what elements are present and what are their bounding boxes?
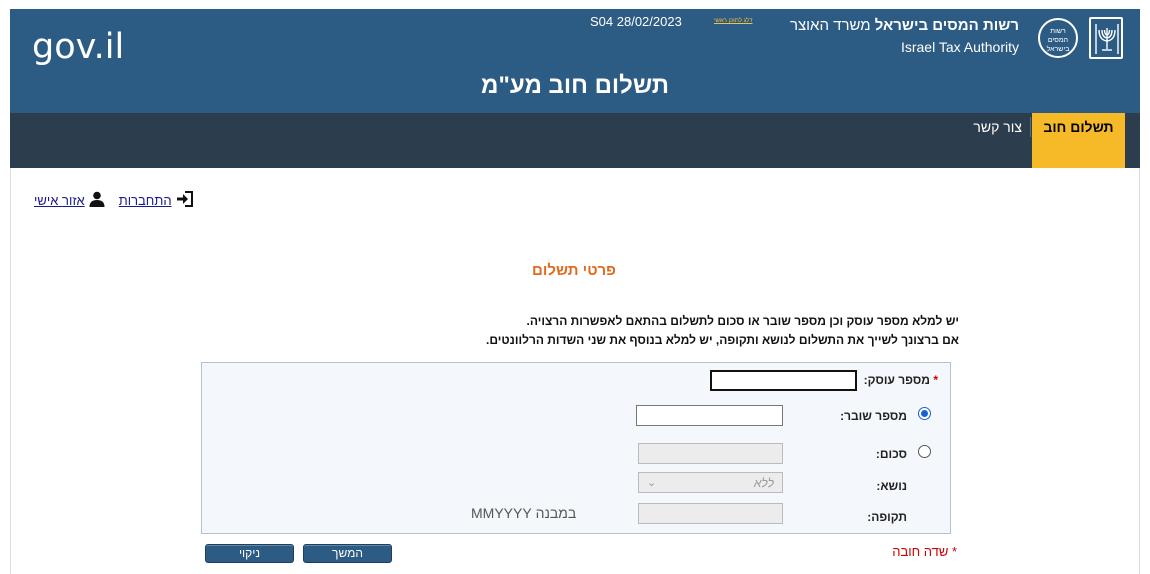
period-input[interactable]: [638, 503, 783, 524]
amount-radio[interactable]: [918, 445, 931, 458]
user-icon: [89, 191, 105, 210]
section-title: פרטי תשלום: [0, 262, 1150, 279]
voucher-number-label: מספר שובר:: [840, 409, 907, 423]
system-version-date: S04 28/02/2023: [590, 14, 682, 29]
section-title-text: פרטי תשלום: [532, 262, 616, 279]
continue-button[interactable]: המשך: [303, 544, 392, 563]
menorah-icon: [1095, 24, 1119, 54]
required-field-note: * שדה חובה: [892, 544, 957, 559]
amount-label: סכום:: [875, 447, 907, 461]
clear-button[interactable]: ניקוי: [205, 544, 294, 563]
authority-name-hebrew: רשות המסים בישראל משרד האוצר: [790, 17, 1019, 34]
gov-il-logo[interactable]: gov.il: [32, 27, 124, 67]
login-icon[interactable]: [176, 190, 194, 211]
content-border-left: [10, 168, 11, 574]
required-field-note-text: שדה חובה: [892, 544, 949, 559]
content-border-right: [1139, 168, 1140, 574]
dealer-number-label: * מספר עוסק:: [864, 373, 938, 387]
tax-authority-emblem-icon: רשות המסים בישראל: [1038, 18, 1078, 58]
amount-input[interactable]: [638, 443, 783, 464]
user-links: התחברות אזור אישי: [34, 190, 194, 211]
voucher-number-input[interactable]: [636, 405, 783, 426]
login-link[interactable]: התחברות: [119, 193, 172, 208]
chevron-down-icon: ⌄: [647, 477, 657, 489]
subject-label: נושא:: [876, 479, 907, 493]
dealer-number-input[interactable]: [710, 370, 857, 391]
authority-name-bold: רשות המסים בישראל: [874, 17, 1019, 34]
required-asterisk: *: [951, 544, 957, 559]
payment-details-form: * מספר עוסק: מספר שובר: סכום: נושא: ללא …: [201, 362, 951, 534]
personal-area-link[interactable]: אזור אישי: [34, 193, 85, 208]
subject-select[interactable]: ללא ⌄: [638, 472, 783, 493]
tab-debt-payment[interactable]: תשלום חוב: [1032, 113, 1125, 168]
nav-divider: [1030, 117, 1031, 137]
ministry-name: משרד האוצר: [789, 17, 875, 34]
required-asterisk: *: [933, 373, 938, 387]
page-title: תשלום חוב מע"מ: [481, 72, 669, 99]
state-emblem-icon: [1089, 17, 1123, 59]
subject-select-value: ללא: [753, 476, 774, 490]
authority-name-english: Israel Tax Authority: [900, 39, 1019, 55]
period-format-hint: במבנה MMYYYY: [471, 505, 577, 521]
instruction-line: יש למלא מספר עוסק וכן מספר שובר או סכום …: [526, 314, 959, 328]
main-navigation: תשלום חוב צור קשר: [10, 113, 1140, 168]
instruction-line: אם ברצונך לשייך את התשלום לנושא ותקופה, …: [486, 333, 959, 347]
site-header: gov.il S04 28/02/2023 דלג לתוכן ראשי רשו…: [10, 9, 1140, 113]
dealer-number-label-text: מספר עוסק:: [863, 373, 930, 387]
tab-contact-us[interactable]: צור קשר: [973, 119, 1022, 135]
skip-to-content-link[interactable]: דלג לתוכן ראשי: [714, 18, 753, 24]
voucher-radio[interactable]: [918, 407, 931, 420]
period-label: תקופה:: [867, 510, 907, 524]
